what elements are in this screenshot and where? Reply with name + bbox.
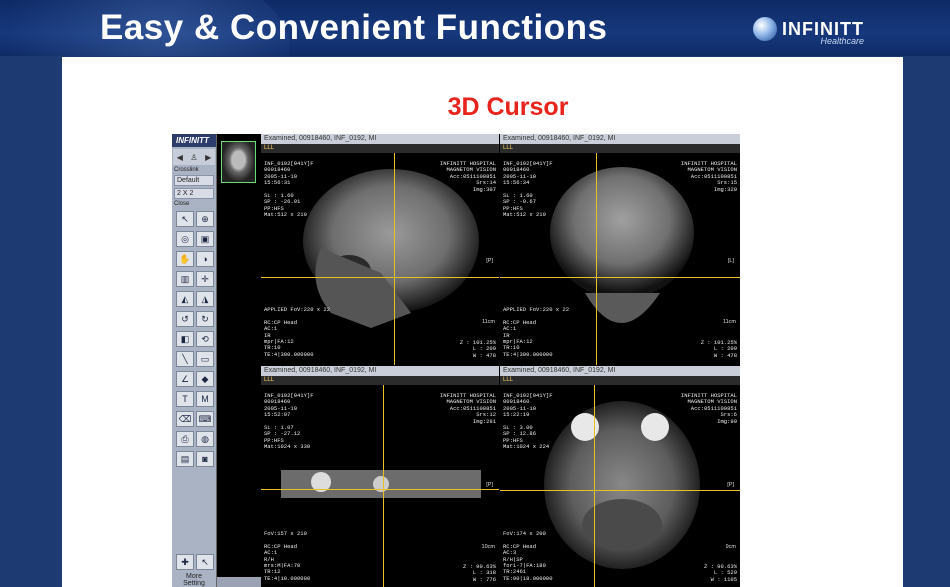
logo-globe-icon [753, 17, 777, 41]
logo-name: INFINITT [782, 19, 864, 39]
cursor-v-line [596, 153, 597, 365]
keyboard-icon[interactable]: ⌨ [196, 411, 214, 427]
info-bottom-left: APPLIED FoV:220 x 22 RC:CP Head AC:1 IR … [264, 306, 331, 358]
cursor-h-line [500, 490, 740, 491]
viewport-title[interactable]: Examined, 00918460, INF_0192, MI [261, 134, 499, 144]
print-icon[interactable]: ⎙ [176, 431, 194, 447]
info-bottom-left: APPLIED FoV:220 x 22 RC:CP Head AC:1 IR … [503, 306, 570, 358]
info-top-right: INFINITT HOSPITAL MAGNETOM VISION Acc:05… [680, 392, 737, 425]
viewport-coronal[interactable]: Examined, 00918460, INF_0192, MI LLL INF… [500, 134, 740, 365]
fit-icon[interactable]: ▣ [196, 231, 214, 247]
contrast-icon[interactable]: ◑ [196, 251, 214, 267]
shape-icon[interactable]: ◆ [196, 371, 214, 387]
scale-label: 11cm [481, 319, 495, 325]
orientation-label: [P] [486, 258, 493, 264]
viewport-title[interactable]: Examined, 00918460, INF_0192, MI [500, 134, 740, 144]
camera-icon[interactable]: ◙ [196, 451, 214, 467]
scale-label: 11cm [722, 319, 736, 325]
info-bottom-right: Z : 101.25% L : 209 W : 478 [700, 339, 737, 359]
slab-image [281, 470, 481, 498]
ruler-icon[interactable]: ▭ [196, 351, 214, 367]
cross-tool-icon[interactable]: ✚ [176, 554, 194, 570]
viewport-ll: LLL [261, 376, 499, 385]
info-top-left: INF_0192[041Y]F 00918460 2005-11-10 15:5… [264, 160, 314, 219]
more-button[interactable]: More [172, 573, 216, 580]
arrow-tool-icon[interactable]: ↖ [196, 554, 214, 570]
header-banner: Easy & Convenient Functions INFINITT Hea… [0, 0, 950, 56]
info-top-left: INF_0192[041Y]F 00918460 2005-11-10 15:2… [503, 392, 553, 451]
invert-icon[interactable]: ◧ [176, 331, 194, 347]
left-toolbar: INFINITT ◀ ♙ ▶ Crosslink Default 2 X 2 Clo… [172, 134, 216, 587]
save-icon[interactable]: ▤ [176, 451, 194, 467]
info-top-left: INF_0192[041Y]F 00918460 2005-11-10 15:5… [264, 392, 314, 451]
page-title: Easy & Convenient Functions [100, 8, 608, 47]
info-bottom-right: Z : 90.63% L : 318 W : 776 [462, 563, 496, 583]
toolbar-footer: ✚ ↖ More Setting [172, 551, 216, 587]
line-icon[interactable]: ╲ [176, 351, 194, 367]
text-icon[interactable]: T [176, 391, 194, 407]
eraser-icon[interactable]: ⌫ [176, 411, 194, 427]
info-top-right: INFINITT HOSPITAL MAGNETOM VISION Acc:05… [439, 392, 496, 425]
flip-vertical-icon[interactable]: ◭ [176, 291, 194, 307]
viewport-axial[interactable]: Examined, 00918460, INF_0192, MI LLL INF… [500, 366, 740, 587]
prev-arrow-icon[interactable]: ◀ [177, 153, 183, 162]
marker-icon[interactable]: M [196, 391, 214, 407]
footer-tools: ✚ ↖ [172, 551, 216, 573]
viewport-axial-slab[interactable]: Examined, 00918460, INF_0192, MI LLL INF… [261, 366, 499, 587]
crosshair-icon[interactable]: ✛ [196, 271, 214, 287]
info-bottom-left: FoV:174 x 200 RC:CP Head AC:3 R/H|SP for… [503, 530, 553, 582]
scale-label: 10cm [481, 544, 495, 550]
info-bottom-right: Z : 90.63% L : 529 W : 1105 [703, 563, 737, 583]
viewport-ll: LLL [500, 144, 740, 153]
info-bottom-right: Z : 101.25% L : 209 W : 478 [459, 339, 496, 359]
infinitt-logo: INFINITT Healthcare [753, 17, 864, 46]
angle-icon[interactable]: ∠ [176, 371, 194, 387]
orientation-label: [L] [727, 258, 734, 264]
orientation-label: [P] [486, 482, 493, 488]
info-top-right: INFINITT HOSPITAL MAGNETOM VISION Acc:05… [439, 160, 496, 193]
viewport-ll: LLL [500, 376, 740, 385]
setting-button[interactable]: Setting [172, 580, 216, 587]
magnify-icon[interactable]: ◎ [176, 231, 194, 247]
flip-horizontal-icon[interactable]: ◮ [196, 291, 214, 307]
info-top-left: INF_0192[041Y]F 00918460 2005-11-10 15:5… [503, 160, 553, 219]
scale-label: 9cm [725, 544, 736, 550]
reset-icon[interactable]: ⟲ [196, 331, 214, 347]
nav-arrows[interactable]: ◀ ♙ ▶ [173, 149, 215, 165]
cursor-v-line [594, 385, 595, 587]
info-top-right: INFINITT HOSPITAL MAGNETOM VISION Acc:05… [680, 160, 737, 193]
cursor-h-line [500, 277, 740, 278]
viewport-title[interactable]: Examined, 00918460, INF_0192, MI [500, 366, 740, 376]
viewport-ll: LLL [261, 144, 499, 153]
next-arrow-icon[interactable]: ▶ [205, 153, 211, 162]
thumbnail-strip [216, 134, 262, 587]
tool-grid: ↖ ⊕ ◎ ▣ ✋ ◑ ▥ ✛ ◭ ◮ ↺ ↻ ◧ ⟲ ╲ ▭ ∠ ◆ T M … [172, 208, 216, 470]
viewer-window: INFINITT ◀ ♙ ▶ Crosslink Default 2 X 2 Clo… [172, 134, 740, 587]
cursor-h-line [261, 277, 499, 278]
layout-select[interactable]: Default [174, 175, 214, 186]
rotate-left-icon[interactable]: ↺ [176, 311, 194, 327]
tool-select-label[interactable]: Crosslink [174, 167, 214, 173]
grid-select[interactable]: 2 X 2 [174, 188, 214, 199]
app-brand: INFINITT [172, 134, 216, 147]
viewport-title[interactable]: Examined, 00918460, INF_0192, MI [261, 366, 499, 376]
feature-title: 3D Cursor [447, 93, 569, 121]
person-icon[interactable]: ♙ [190, 153, 197, 162]
cursor-h-line [261, 489, 499, 490]
cursor-v-line [383, 385, 384, 587]
book-icon[interactable]: ▥ [176, 271, 194, 287]
pan-icon[interactable]: ✋ [176, 251, 194, 267]
orientation-label: [P] [727, 482, 734, 488]
info-bottom-left: FoV:157 x 210 RC:CP Head AC:1 R/H mrs:M|… [264, 530, 311, 582]
logo-sub: Healthcare [820, 36, 864, 46]
close-button[interactable]: Close [174, 201, 214, 207]
globe-icon[interactable]: ◍ [196, 431, 214, 447]
cursor-v-line [394, 153, 395, 365]
rotate-right-icon[interactable]: ↻ [196, 311, 214, 327]
pointer-icon[interactable]: ↖ [176, 211, 194, 227]
thumbnail-bottom-bar [217, 577, 262, 587]
viewport-sagittal[interactable]: Examined, 00918460, INF_0192, MI LLL INF… [261, 134, 499, 365]
zoom-icon[interactable]: ⊕ [196, 211, 214, 227]
thumbnail-image[interactable] [221, 141, 256, 183]
